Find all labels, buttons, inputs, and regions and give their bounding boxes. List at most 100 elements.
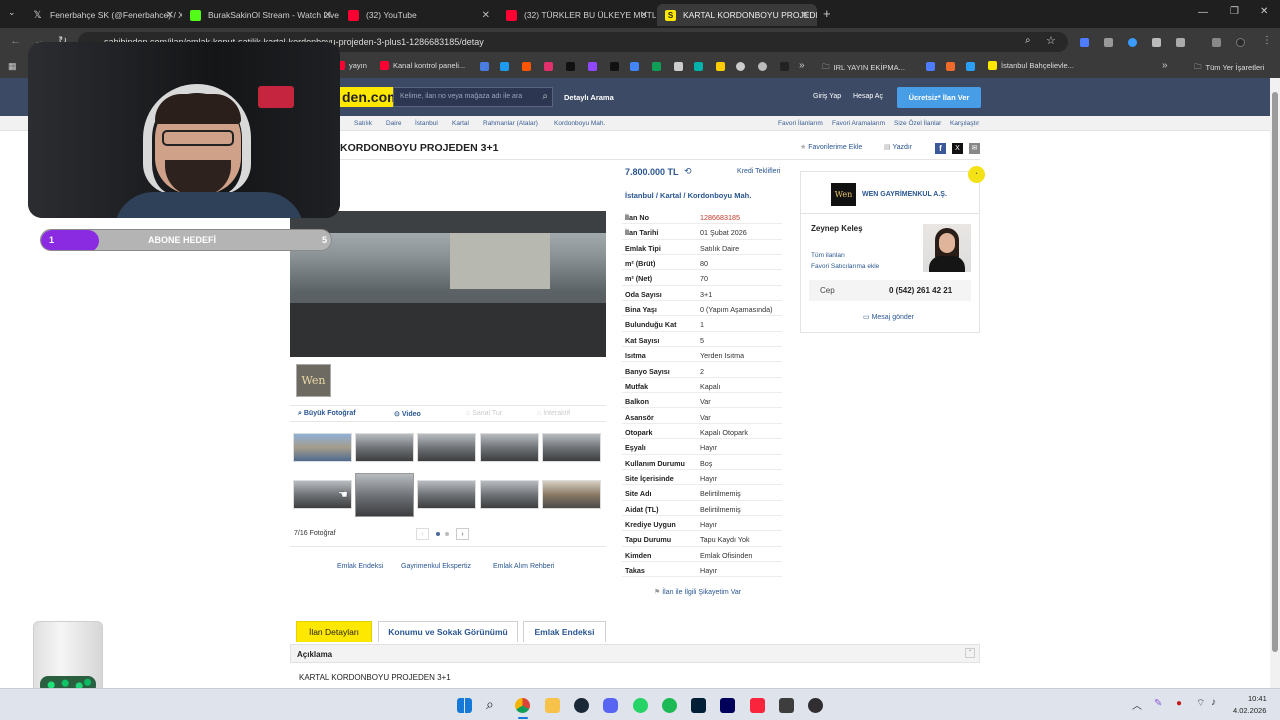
bookmark-icon[interactable] [736,62,745,71]
close-icon[interactable]: ✕ [166,10,174,21]
discord-icon[interactable] [603,698,618,713]
new-tab-button[interactable]: + [823,6,831,21]
tab-sahibinden[interactable]: S KARTAL KORDONBOYU PROJEDEN ✕ [657,4,817,26]
extension-icon[interactable] [1104,38,1113,47]
next-page-button[interactable]: › [456,528,469,540]
tab-ilan-detaylari[interactable]: İlan Detayları [296,621,372,642]
extensions-puzzle-icon[interactable] [1176,38,1185,47]
breadcrumb-item[interactable]: Kordonboyu Mah. [554,120,605,127]
clock-time[interactable]: 10:41 [1248,694,1267,703]
location-district[interactable]: Kartal [660,191,681,200]
extension-icon[interactable] [1128,38,1137,47]
thumbnail-selected[interactable] [355,473,414,517]
close-icon[interactable]: ✕ [482,10,490,21]
thumbnail[interactable] [417,480,476,509]
wifi-icon[interactable]: ⌔ [1196,697,1205,710]
bookmark-icon[interactable] [946,62,955,71]
app-icon[interactable] [779,698,794,713]
instagram-icon[interactable] [544,62,553,71]
zoom-icon[interactable]: ⌕ [1025,35,1031,46]
favorite-ads-link[interactable]: Favori İlanlarım [778,120,823,127]
page-dot[interactable] [445,532,449,536]
start-icon[interactable] [457,698,472,713]
bookmark-istanbul[interactable]: İstanbul Bahçelievle... [988,61,1074,70]
emlak-endeksi-link[interactable]: Emlak Endeksi [337,563,383,570]
star-icon[interactable]: ☆ [1046,34,1056,47]
compare-link[interactable]: Karşılaştır [950,120,979,127]
tiktok-icon[interactable] [566,62,575,71]
location-city[interactable]: İstanbul [625,191,654,200]
search-icon[interactable]: ⌕ [486,696,494,713]
tab-search-icon[interactable]: ⌄ [8,7,16,18]
special-ads-link[interactable]: Size Özel İlanlar [894,120,941,127]
sheets-icon[interactable] [652,62,661,71]
favorite-searches-link[interactable]: Favori Aramalarım [832,120,885,127]
bookmark-kanal-kontrol[interactable]: Kanal kontrol paneli... [380,61,465,70]
breadcrumb-item[interactable]: İstanbul [415,120,438,127]
interactive-button[interactable]: ⌂ İnteraktif [537,410,570,417]
all-bookmarks[interactable]: 🗀 Tüm Yer İşaretleri [1194,61,1264,74]
clock-date[interactable]: 4.02.2026 [1233,706,1266,715]
main-photo[interactable] [290,211,606,357]
close-icon[interactable]: ✕ [640,10,648,21]
detailed-search-link[interactable]: Detaylı Arama [564,93,614,102]
close-window-button[interactable]: ✕ [1260,6,1268,17]
breadcrumb-item[interactable]: Rahmanlar (Atalar) [483,120,538,127]
thumbnail[interactable] [417,433,476,462]
close-icon[interactable]: ✕ [324,10,332,21]
whatsapp-icon[interactable] [633,698,648,713]
thumbnail[interactable] [480,433,539,462]
docs-icon[interactable] [630,62,639,71]
steam-icon[interactable] [574,698,589,713]
tab-youtube[interactable]: (32) YouTube ✕ [340,4,498,26]
breadcrumb-item[interactable]: Satılık [354,120,372,127]
seller-logo[interactable]: Wen [831,183,856,206]
signup-link[interactable]: Hesap Aç [853,93,883,100]
minimize-button[interactable]: — [1198,7,1208,18]
page-dot-active[interactable] [436,532,440,536]
profile-avatar-icon[interactable] [1236,38,1245,47]
bookmark-icon[interactable] [674,62,683,71]
thumbnail[interactable] [480,480,539,509]
thumbnail[interactable] [542,433,601,462]
price-history-icon[interactable]: ⟲ [684,166,692,177]
bookmark-more-icon[interactable]: » [799,60,805,71]
music-icon[interactable] [750,698,765,713]
twitch-icon[interactable] [588,62,597,71]
page-scrollbar[interactable] [1270,78,1280,688]
x-share-icon[interactable]: X [952,143,963,154]
location-neighborhood[interactable]: Kordonboyu Mah. [688,191,752,200]
agency-badge[interactable]: Wen [296,364,331,397]
extension-icon[interactable] [1080,38,1089,47]
bookmark-icon[interactable] [716,62,725,71]
post-ad-button[interactable]: Ücretsiz* İlan Ver [897,87,981,108]
search-input[interactable]: Kelime, ilan no veya mağaza adı ile ara … [393,87,553,107]
bookmarks-overflow-icon[interactable]: » [1162,60,1168,71]
bookmark-icon[interactable] [522,62,531,71]
credit-offers-link[interactable]: Kredi Teklifleri [737,168,780,175]
search-icon[interactable]: ⌕ [542,88,548,106]
tab-emlak-endeksi[interactable]: Emlak Endeksi [523,621,606,642]
x-logo-icon[interactable] [610,62,619,71]
bookmark-yayin[interactable]: yayın [336,61,367,70]
close-icon[interactable]: ✕ [801,10,809,21]
favorite-button[interactable]: ★ Favorilerime Ekle [800,143,862,151]
send-message-button[interactable]: ▭ Mesaj gönder [863,313,914,321]
file-explorer-icon[interactable] [545,698,560,713]
seller-company[interactable]: WEN GAYRİMENKUL A.Ş. [862,191,947,198]
bookmark-icon[interactable] [966,62,975,71]
spotify-icon[interactable] [662,698,677,713]
back-icon[interactable]: ← [10,35,21,47]
tab-kick[interactable]: BurakSakinOl Stream - Watch Live ✕ [182,4,340,26]
bookmark-icon[interactable] [758,62,767,71]
bookmark-icon[interactable] [926,62,935,71]
bookmark-folder-irl[interactable]: 🗀 IRL YAYIN EKİPMA... [822,61,905,74]
favorite-seller-link[interactable]: Favori Satıcılarıma ekle [811,263,879,270]
thumbnail[interactable] [542,480,601,509]
bookmark-icon[interactable] [694,62,703,71]
login-link[interactable]: Giriş Yap [813,93,841,100]
facebook-icon[interactable]: f [935,143,946,154]
mail-share-icon[interactable]: ✉ [969,143,980,154]
maximize-button[interactable]: ❐ [1230,6,1239,17]
reading-list-icon[interactable] [1212,38,1221,47]
